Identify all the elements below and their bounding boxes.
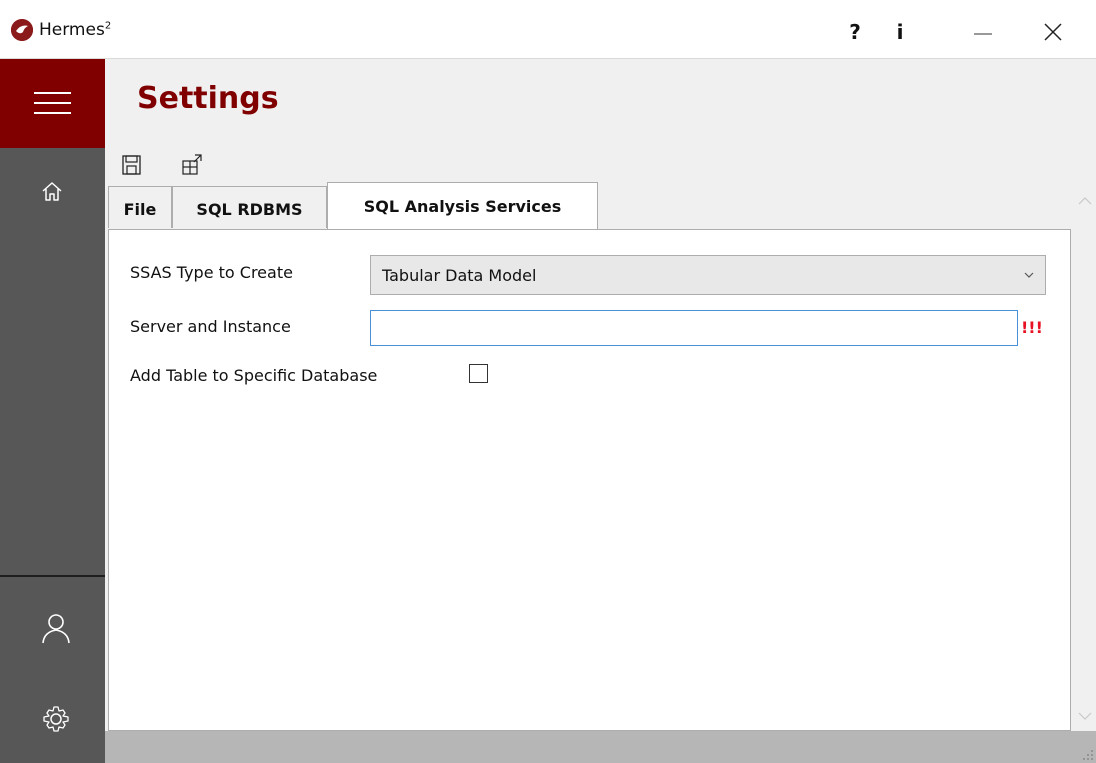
settings-panel: SSAS Type to Create Tabular Data Model S… [108,229,1071,731]
ssas-type-dropdown[interactable]: Tabular Data Model [370,255,1046,295]
toolbar [105,147,1095,183]
minimize-button[interactable] [960,14,1006,50]
home-icon [42,182,62,201]
status-bar [105,731,1096,763]
resize-grip-icon[interactable] [1082,749,1094,761]
tab-file[interactable]: File [108,186,172,228]
page-header: Settings [105,59,1096,147]
sidebar [0,59,105,763]
sidebar-item-home[interactable] [0,162,105,222]
app-logo-icon [11,19,33,41]
app-title: Hermes2 [39,20,111,40]
export-settings-button[interactable] [181,153,203,177]
title-bar: Hermes2 ? i [0,0,1096,59]
add-table-db-label: Add Table to Specific Database [130,366,378,385]
page-title: Settings [137,81,279,116]
close-button[interactable] [1030,14,1076,50]
export-settings-icon [182,154,202,175]
save-icon [122,155,141,175]
save-button[interactable] [121,153,143,177]
scroll-down-icon[interactable] [1078,711,1092,721]
vertical-scrollbar[interactable] [1073,186,1096,731]
close-icon [1044,23,1062,41]
sidebar-item-user[interactable] [0,599,105,659]
info-button[interactable]: i [885,14,915,50]
ssas-type-value: Tabular Data Model [382,266,537,285]
app-title-superscript: 2 [104,20,112,32]
scroll-up-icon[interactable] [1078,196,1092,206]
ssas-type-label: SSAS Type to Create [130,263,293,282]
required-field-marker: !!! [1021,318,1043,337]
server-instance-input[interactable] [370,310,1018,346]
gear-icon [43,706,69,732]
app-title-text: Hermes [39,20,105,40]
help-button[interactable]: ? [840,14,870,50]
sidebar-item-settings[interactable] [0,689,105,749]
add-table-db-checkbox[interactable] [469,364,488,383]
tab-sql-rdbms[interactable]: SQL RDBMS [172,186,327,228]
user-icon [42,614,70,644]
sidebar-divider [0,575,105,577]
server-instance-label: Server and Instance [130,317,291,336]
chevron-down-icon [1024,272,1034,278]
minimize-icon [974,33,992,35]
tab-sql-analysis-services[interactable]: SQL Analysis Services [327,182,598,229]
hamburger-menu-button[interactable] [0,59,105,148]
